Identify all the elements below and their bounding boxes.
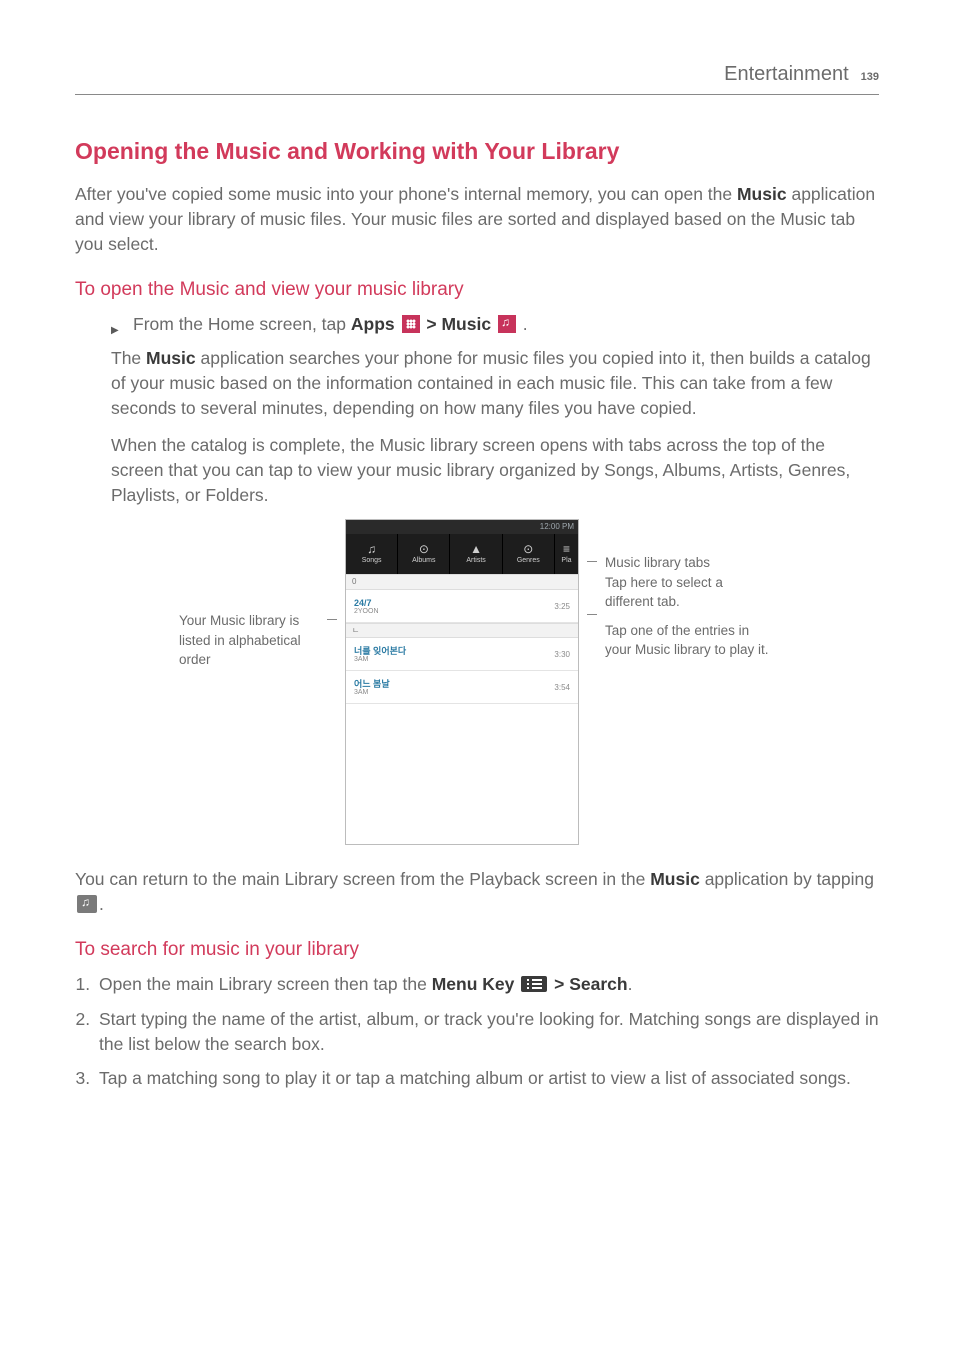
gt-sep: > [422, 314, 442, 334]
right-connector [587, 519, 597, 615]
tab-albums[interactable]: ⊙Albums [398, 534, 450, 574]
apps-icon [402, 315, 420, 333]
line1-period: . [518, 314, 528, 334]
songs-tab-icon: ♫ [367, 543, 376, 555]
bullet-row: ▶ From the Home screen, tap Apps > Music… [111, 312, 879, 337]
search-steps-list: Open the main Library screen then tap th… [75, 972, 879, 1091]
step1-a: Open the main Library screen then tap th… [99, 974, 432, 994]
tab-songs-label: Songs [362, 556, 382, 566]
track-row-2[interactable]: 너를 잊어본다 3AM 3:30 [346, 638, 578, 671]
track-row-1[interactable]: 24/7 2YOON 3:25 [346, 590, 578, 623]
intro-text-a: After you've copied some music into your… [75, 184, 737, 204]
track2-title: 너를 잊어본다 [354, 646, 406, 656]
tab-artists-label: Artists [466, 556, 485, 566]
return-bold: Music [650, 869, 700, 889]
track2-duration: 3:30 [554, 649, 570, 660]
tab-genres-label: Genres [517, 556, 540, 566]
right-annotations: Music library tabs Tap here to select a … [605, 519, 775, 669]
menu-key-label: Menu Key [432, 974, 515, 994]
triangle-bullet-icon: ▶ [111, 312, 133, 337]
albums-tab-icon: ⊙ [419, 543, 429, 555]
page-header: Entertainment 139 [75, 60, 879, 95]
step-2: Start typing the name of the artist, alb… [95, 1007, 879, 1057]
apps-label: Apps [351, 314, 395, 334]
song-list: 0 24/7 2YOON 3:25 ㄴ 너를 잊어본다 3AM 3:30 어느 … [346, 574, 578, 844]
search-label: Search [569, 974, 627, 994]
playlists-tab-icon: ≡ [563, 543, 570, 555]
line1-a: From the Home screen, tap [133, 314, 351, 334]
intro-music-bold: Music [737, 184, 787, 204]
annotation-tabs-title: Music library tabs [605, 553, 775, 572]
track1-title: 24/7 [354, 598, 379, 608]
intro-paragraph: After you've copied some music into your… [75, 182, 879, 257]
genres-tab-icon: ⊙ [523, 543, 533, 555]
subheading-open-music: To open the Music and view your music li… [75, 277, 879, 304]
tab-songs[interactable]: ♫Songs [346, 534, 398, 574]
artists-tab-icon: ▲ [470, 543, 482, 555]
header-section: Entertainment [724, 60, 849, 88]
tab-artists[interactable]: ▲Artists [450, 534, 502, 574]
list-blank-area [346, 704, 578, 844]
annotation-entries: Tap one of the entries in your Music lib… [605, 621, 775, 659]
tab-albums-label: Albums [412, 556, 435, 566]
gt-sep-2: > [549, 974, 569, 994]
track1-artist: 2YOON [354, 608, 379, 616]
tab-playlists-label: Pla [561, 556, 571, 566]
tab-playlists[interactable]: ≡Pla [555, 534, 578, 574]
track2-artist: 3AM [354, 656, 406, 664]
para2-a: The [111, 348, 146, 368]
music-tab-row: ♫Songs ⊙Albums ▲Artists ⊙Genres ≡Pla [346, 534, 578, 574]
subheading-search: To search for music in your library [75, 937, 879, 964]
annotation-tabs: Music library tabs Tap here to select a … [605, 553, 775, 610]
return-a: You can return to the main Library scree… [75, 869, 650, 889]
left-annotation: Your Music library is listed in alphabet… [179, 519, 319, 668]
step-1: Open the main Library screen then tap th… [95, 972, 879, 997]
phone-screenshot: 12:00 PM ♫Songs ⊙Albums ▲Artists ⊙Genres… [345, 519, 579, 845]
music-label: Music [441, 314, 491, 334]
paragraph-catalog: The Music application searches your phon… [111, 346, 879, 421]
paragraph-tabs: When the catalog is complete, the Music … [111, 433, 879, 508]
music-note-icon [77, 895, 97, 913]
bullet-text: From the Home screen, tap Apps > Music . [133, 312, 528, 337]
section-heading: Opening the Music and Working with Your … [75, 135, 879, 168]
track3-artist: 3AM [354, 689, 390, 697]
menu-key-icon [521, 976, 547, 992]
track3-title: 어느 봄날 [354, 679, 390, 689]
para2-b: application searches your phone for musi… [111, 348, 871, 418]
annotation-tabs-body: Tap here to select a different tab. [605, 573, 775, 611]
step-3: Tap a matching song to play it or tap a … [95, 1066, 879, 1091]
track1-duration: 3:25 [554, 601, 570, 612]
track3-duration: 3:54 [554, 682, 570, 693]
left-connector [327, 519, 337, 620]
status-bar: 12:00 PM [346, 520, 578, 534]
return-b: application by tapping [700, 869, 874, 889]
para2-bold: Music [146, 348, 196, 368]
return-paragraph: You can return to the main Library scree… [75, 867, 879, 917]
screenshot-figure: Your Music library is listed in alphabet… [75, 519, 879, 845]
music-icon [498, 315, 516, 333]
return-c: . [99, 894, 104, 914]
status-time: 12:00 PM [540, 522, 574, 531]
list-separator-0: 0 [346, 574, 578, 589]
header-page-number: 139 [861, 70, 879, 86]
list-separator-n: ㄴ [346, 623, 578, 638]
track-row-3[interactable]: 어느 봄날 3AM 3:54 [346, 671, 578, 704]
tab-genres[interactable]: ⊙Genres [503, 534, 555, 574]
